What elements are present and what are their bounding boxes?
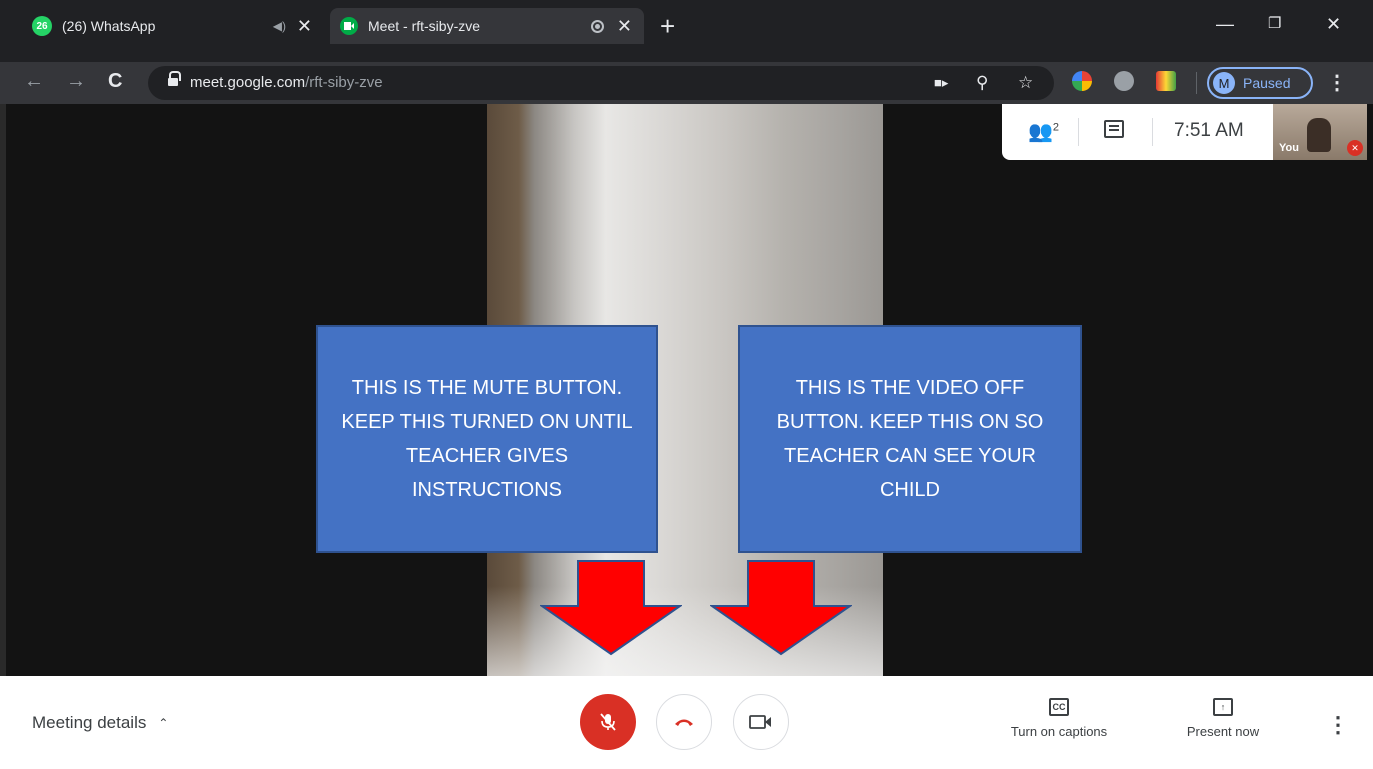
zoom-icon[interactable]: ⚲: [976, 73, 988, 93]
present-screen-icon: ↑: [1213, 698, 1233, 716]
tab-badge: 26: [36, 20, 48, 32]
browser-window: 26 (26) WhatsApp ◀) ✕ Meet - rft-siby-zv…: [0, 0, 1373, 769]
profile-status: Paused: [1243, 75, 1291, 91]
participant-count: 2: [1052, 121, 1060, 134]
recording-indicator-icon: [591, 19, 604, 33]
extension-3-icon[interactable]: [1156, 71, 1176, 91]
captions-button[interactable]: CC Turn on captions: [1004, 698, 1114, 739]
panel-divider: [1078, 118, 1079, 146]
camera-in-use-icon[interactable]: ■▸: [934, 75, 948, 91]
arrow-down-icon: [540, 560, 682, 656]
tab-meet[interactable]: Meet - rft-siby-zve ✕: [330, 8, 644, 44]
video-callout-text: THIS IS THE VIDEO OFF BUTTON. KEEP THIS …: [776, 377, 1044, 501]
avatar: M: [1213, 72, 1235, 94]
captions-label: Turn on captions: [1010, 724, 1108, 739]
self-label: You: [1279, 142, 1299, 154]
browser-menu-icon[interactable]: ⋮: [1327, 70, 1347, 95]
chevron-up-icon: ⌃: [158, 716, 169, 730]
meeting-details-button[interactable]: Meeting details ⌃: [32, 713, 168, 733]
leave-call-button[interactable]: [656, 694, 712, 750]
video-camera-icon: [749, 715, 771, 729]
minimize-icon[interactable]: —: [1216, 14, 1234, 35]
tab-title: Meet - rft-siby-zve: [368, 18, 481, 34]
tab-strip: 26 (26) WhatsApp ◀) ✕ Meet - rft-siby-zv…: [0, 0, 1373, 62]
chat-icon[interactable]: [1104, 120, 1124, 138]
bookmark-star-icon[interactable]: ☆: [1018, 73, 1033, 93]
new-tab-button[interactable]: +: [660, 13, 675, 39]
url-host: meet.google.com: [190, 74, 306, 91]
hang-up-icon: [675, 719, 693, 726]
profile-button[interactable]: M Paused: [1207, 67, 1313, 99]
present-now-button[interactable]: ↑ Present now: [1179, 698, 1267, 739]
close-tab-icon[interactable]: ✕: [297, 16, 312, 37]
mute-callout-text: THIS IS THE MUTE BUTTON. KEEP THIS TURNE…: [341, 377, 633, 501]
microphone-toggle-button[interactable]: [580, 694, 636, 750]
participants-button[interactable]: 👥2: [1028, 119, 1059, 144]
url-path: /rft-siby-zve: [305, 74, 383, 91]
browser-toolbar: ← → C meet.google.com/rft-siby-zve ■▸ ⚲ …: [0, 62, 1373, 104]
meeting-time: 7:51 AM: [1174, 120, 1244, 141]
whatsapp-icon: 26: [32, 16, 52, 36]
self-view-tile[interactable]: You ✕: [1273, 104, 1367, 160]
camera-toggle-button[interactable]: [733, 694, 789, 750]
back-icon[interactable]: ←: [24, 70, 44, 93]
panel-divider: [1152, 118, 1153, 146]
mic-off-icon: [600, 713, 616, 731]
close-tab-icon[interactable]: ✕: [617, 16, 632, 37]
present-label: Present now: [1186, 724, 1260, 739]
toolbar-divider: [1196, 72, 1197, 94]
self-video-figure: [1307, 118, 1331, 152]
meeting-stage: [0, 104, 1373, 676]
tab-title: (26) WhatsApp: [62, 18, 156, 34]
google-meet-icon: [340, 17, 358, 35]
extension-2-icon[interactable]: [1114, 71, 1134, 91]
video-off-callout: THIS IS THE VIDEO OFF BUTTON. KEEP THIS …: [738, 325, 1082, 553]
forward-icon[interactable]: →: [66, 70, 86, 93]
address-bar[interactable]: meet.google.com/rft-siby-zve ■▸ ⚲ ☆: [148, 66, 1054, 100]
arrow-down-icon: [710, 560, 852, 656]
tab-whatsapp[interactable]: 26 (26) WhatsApp ◀) ✕: [22, 8, 324, 44]
closed-captions-icon: CC: [1049, 698, 1069, 716]
mic-off-icon: ✕: [1347, 140, 1363, 156]
mute-callout: THIS IS THE MUTE BUTTON. KEEP THIS TURNE…: [316, 325, 658, 553]
extension-1-icon[interactable]: [1072, 71, 1092, 91]
restore-icon[interactable]: ❐: [1268, 14, 1281, 32]
speaker-icon[interactable]: ◀): [273, 19, 286, 33]
stage-edge: [0, 104, 6, 676]
lock-icon[interactable]: [168, 71, 181, 88]
call-controls-bar: Meeting details ⌃ CC Turn on captions ↑ …: [0, 676, 1373, 769]
url-text[interactable]: meet.google.com/rft-siby-zve: [190, 74, 383, 91]
reload-icon[interactable]: C: [108, 70, 122, 93]
more-options-icon[interactable]: ⋮: [1327, 712, 1349, 738]
close-window-icon[interactable]: ✕: [1326, 14, 1341, 35]
meeting-details-label: Meeting details: [32, 713, 147, 732]
meeting-info-panel: 👥2 7:51 AM: [1002, 104, 1273, 160]
